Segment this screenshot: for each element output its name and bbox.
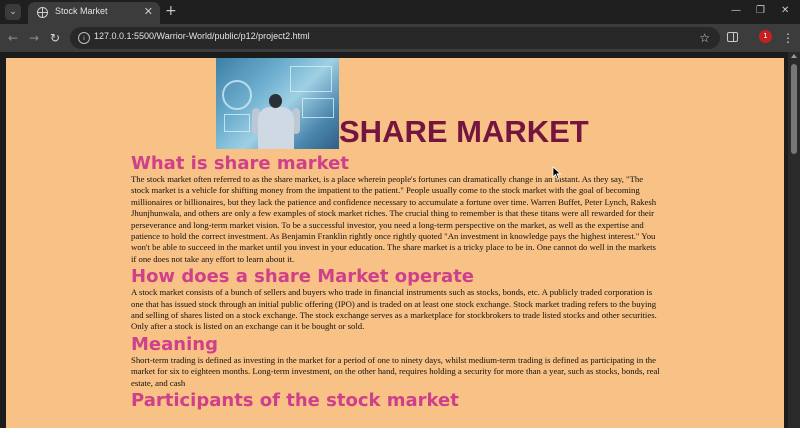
page-body: SHARE MARKET What is share market The st…	[6, 58, 784, 428]
section-body: Short-term trading is defined as investi…	[131, 354, 660, 388]
restore-icon[interactable]: ❐	[756, 4, 765, 18]
section-heading: What is share market	[131, 153, 349, 174]
side-panel-icon[interactable]	[727, 32, 738, 42]
content-viewport: SHARE MARKET What is share market The st…	[0, 52, 800, 428]
section-heading: Participants of the stock market	[131, 390, 459, 412]
tab-strip: ⌄ Stock Market ✕ + — ❐ ✕	[0, 0, 800, 24]
hologram-screen-shape	[302, 98, 334, 118]
address-bar[interactable]: i 127.0.0.1:5500/Warrior-World/public/p1…	[70, 27, 720, 49]
info-icon[interactable]: i	[78, 32, 90, 44]
scroll-up-arrow-icon[interactable]	[791, 54, 797, 58]
more-vert-icon[interactable]: ⋮	[782, 31, 794, 45]
globe-icon	[37, 7, 48, 18]
minimize-icon[interactable]: —	[731, 4, 741, 18]
browser-toolbar: ← → ↻ i 127.0.0.1:5500/Warrior-World/pub…	[0, 24, 800, 52]
section-body: A stock market consists of a bunch of se…	[131, 287, 657, 332]
article-content: What is share market The stock market of…	[131, 154, 661, 411]
url-text[interactable]: 127.0.0.1:5500/Warrior-World/public/p12/…	[94, 31, 310, 41]
forward-icon[interactable]: →	[25, 29, 43, 47]
star-icon[interactable]: ☆	[699, 30, 710, 46]
tab-title: Stock Market	[55, 6, 108, 16]
section-body: The stock market often referred to as th…	[131, 174, 657, 264]
active-tab[interactable]: Stock Market ✕	[28, 2, 160, 24]
person-body-shape	[258, 107, 294, 149]
section-heading: How does a share Market operate	[131, 266, 475, 288]
hologram-screen-shape	[290, 66, 332, 92]
profile-avatar[interactable]: 1	[759, 30, 772, 43]
hologram-screen-shape	[224, 114, 250, 132]
hologram-ring-shape	[222, 80, 252, 110]
vertical-scrollbar[interactable]	[788, 52, 800, 428]
stock-market-hero-image	[216, 58, 339, 149]
tab-search-icon[interactable]: ⌄	[5, 4, 21, 20]
scrollbar-thumb[interactable]	[791, 64, 797, 154]
page-title: SHARE MARKET	[339, 114, 589, 149]
back-icon[interactable]: ←	[4, 29, 22, 47]
person-head-shape	[269, 94, 282, 108]
close-icon[interactable]: ✕	[144, 5, 153, 19]
reload-icon[interactable]: ↻	[46, 29, 64, 47]
close-window-icon[interactable]: ✕	[781, 4, 789, 18]
section-heading: Meaning	[131, 333, 218, 355]
mouse-cursor-icon	[552, 166, 562, 180]
plus-icon[interactable]: +	[165, 3, 177, 19]
